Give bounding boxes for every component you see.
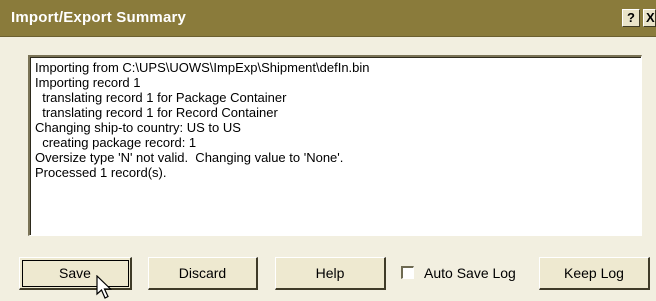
log-line: translating record 1 for Package Contain… [35, 90, 287, 105]
import-export-summary-dialog: Import/Export Summary ? X Importing from… [0, 0, 656, 301]
close-icon[interactable]: X [643, 9, 656, 27]
log-line: creating package record: 1 [35, 135, 197, 150]
help-question-icon[interactable]: ? [622, 9, 640, 27]
auto-save-log-option[interactable]: Auto Save Log [401, 262, 531, 284]
keep-log-button-label: Keep Log [564, 265, 624, 281]
title-bar[interactable]: Import/Export Summary ? X [0, 0, 656, 37]
log-line: Processed 1 record(s). [35, 165, 167, 180]
save-button-label: Save [59, 265, 91, 281]
discard-button-label: Discard [178, 265, 227, 281]
log-line: Importing record 1 [35, 75, 141, 90]
help-button-label: Help [315, 265, 345, 281]
help-button[interactable]: Help [275, 257, 386, 290]
keep-log-button[interactable]: Keep Log [539, 257, 650, 290]
summary-log-textbox[interactable]: Importing from C:\UPS\UOWS\ImpExp\Shipme… [28, 55, 642, 236]
auto-save-log-label: Auto Save Log [424, 265, 516, 281]
log-line: Oversize type 'N' not valid. Changing va… [35, 150, 344, 165]
log-line: Importing from C:\UPS\UOWS\ImpExp\Shipme… [35, 60, 370, 75]
window-title: Import/Export Summary [11, 9, 187, 26]
discard-button[interactable]: Discard [148, 257, 258, 290]
log-line: translating record 1 for Record Containe… [35, 105, 278, 120]
log-line: Changing ship-to country: US to US [35, 120, 241, 135]
auto-save-log-checkbox[interactable] [401, 266, 414, 279]
mouse-pointer-icon [96, 275, 112, 299]
